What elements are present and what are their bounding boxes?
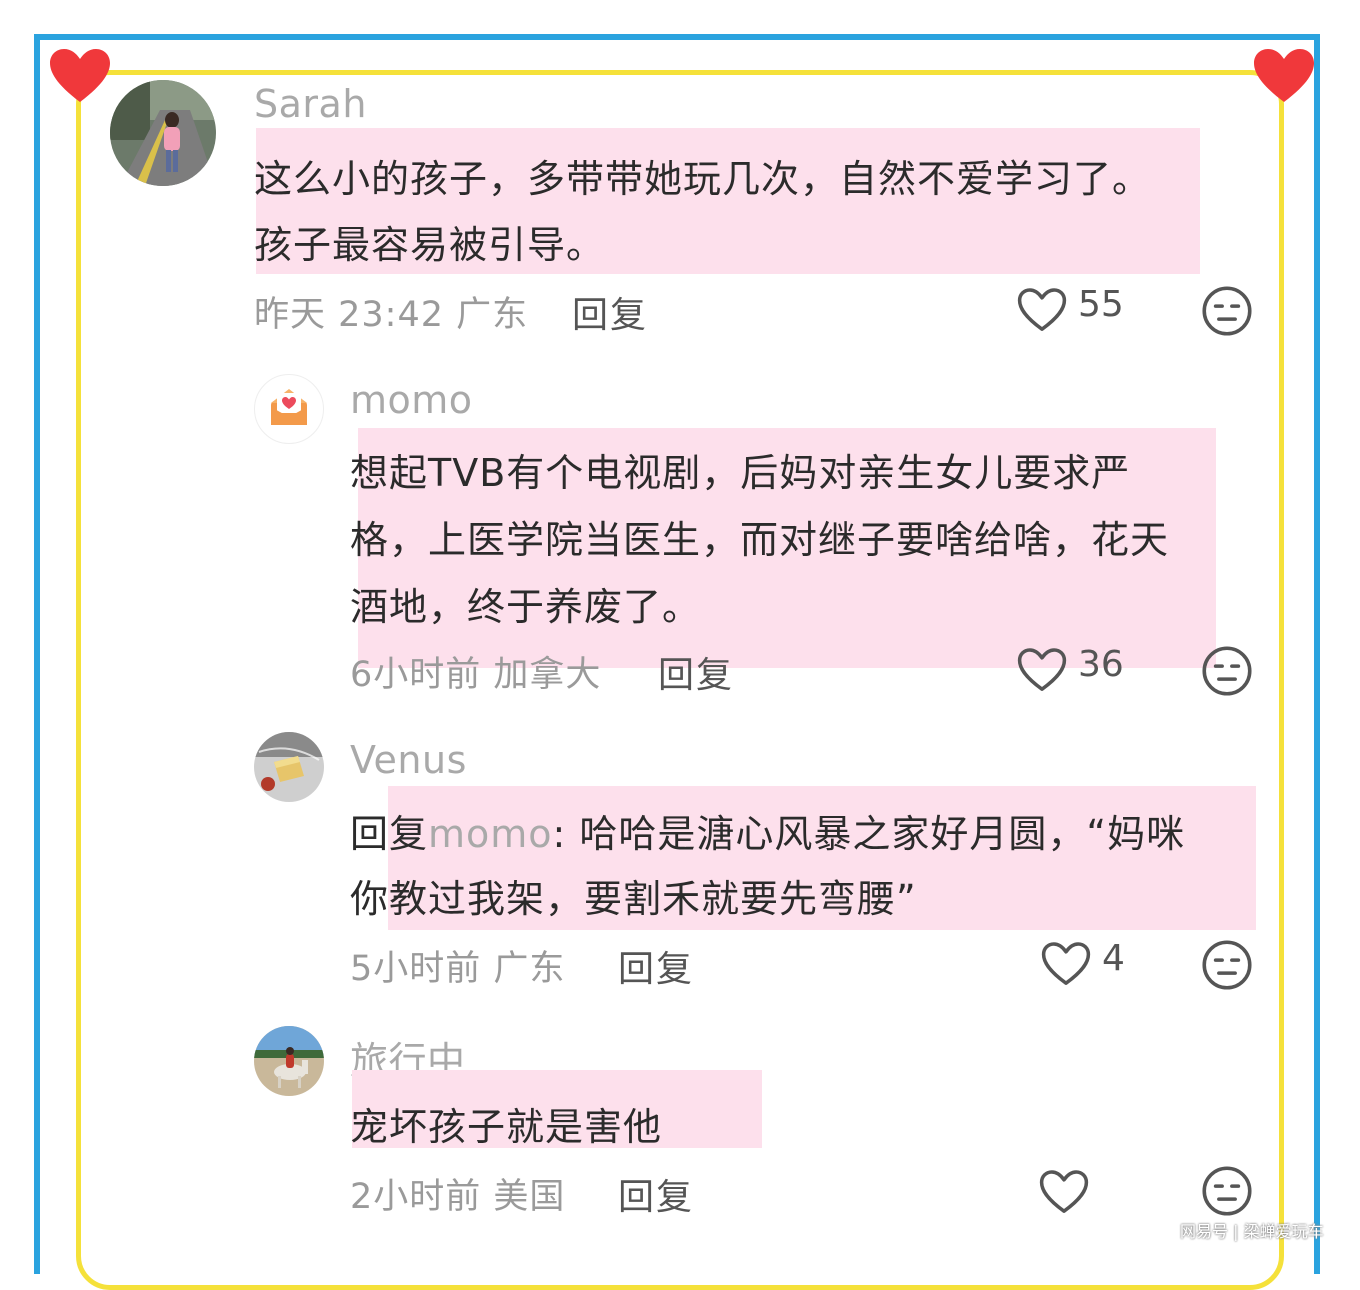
timestamp-location: 6小时前 加拿大: [350, 655, 602, 695]
mention-link[interactable]: momo: [428, 812, 553, 856]
neutral-face-icon[interactable]: [1201, 285, 1253, 337]
comment-text-line: 酒地，终于养废了。: [350, 585, 702, 629]
food-photo: [254, 732, 324, 802]
girl-on-road-photo: [110, 80, 216, 186]
timestamp-location: 2小时前 美国: [350, 1177, 566, 1217]
avatar[interactable]: [254, 374, 324, 444]
reply-prefix: 回复: [350, 812, 429, 856]
neutral-face-icon[interactable]: [1201, 645, 1253, 697]
like-count: 55: [1078, 284, 1124, 325]
reply-button[interactable]: 回复: [618, 940, 694, 992]
timestamp-location: 5小时前 广东: [350, 949, 566, 989]
like-heart-icon[interactable]: [1016, 646, 1068, 694]
heart-envelope-icon: [271, 389, 307, 425]
comment-text-line: 孩子最容易被引导。: [254, 223, 606, 267]
like-heart-icon[interactable]: [1040, 940, 1092, 988]
horse-riding-photo: [254, 1026, 324, 1096]
comment-text-line: 宠坏孩子就是害他: [350, 1105, 663, 1149]
timestamp-location: 昨天 23:42 广东: [254, 295, 529, 335]
avatar[interactable]: [254, 1026, 324, 1096]
username[interactable]: momo: [350, 378, 473, 422]
comment-text-line: 这么小的孩子，多带带她玩几次，自然不爱学习了。: [254, 157, 1152, 201]
comment-text-line: 你教过我架，要割禾就要先弯腰”: [350, 877, 917, 921]
like-heart-icon[interactable]: [1038, 1168, 1090, 1216]
reply-button[interactable]: 回复: [658, 646, 734, 698]
like-count: 4: [1102, 938, 1125, 979]
reply-button[interactable]: 回复: [572, 286, 648, 338]
heart-icon: [1254, 49, 1314, 102]
username[interactable]: Sarah: [254, 82, 367, 126]
like-count: 36: [1078, 644, 1124, 685]
comment-text-fragment: : 哈哈是溏心风暴之家好月圆，“妈咪: [552, 812, 1186, 856]
watermark: 网易号 | 梁蝉爱玩车: [1180, 1222, 1324, 1241]
avatar[interactable]: [254, 732, 324, 802]
reply-button[interactable]: 回复: [618, 1168, 694, 1220]
comment-text-line: 想起TVB有个电视剧，后妈对亲生女儿要求严: [350, 451, 1131, 495]
neutral-face-icon[interactable]: [1201, 1165, 1253, 1217]
comment-text-line: 格，上医学院当医生，而对继子要啥给啥，花天: [350, 518, 1170, 562]
like-heart-icon[interactable]: [1016, 286, 1068, 334]
username[interactable]: Venus: [350, 738, 467, 782]
heart-icon: [50, 49, 110, 102]
avatar[interactable]: [110, 80, 216, 186]
comment-text-line: 回复momo: 哈哈是溏心风暴之家好月圆，“妈咪: [350, 803, 1185, 858]
neutral-face-icon[interactable]: [1201, 939, 1253, 991]
